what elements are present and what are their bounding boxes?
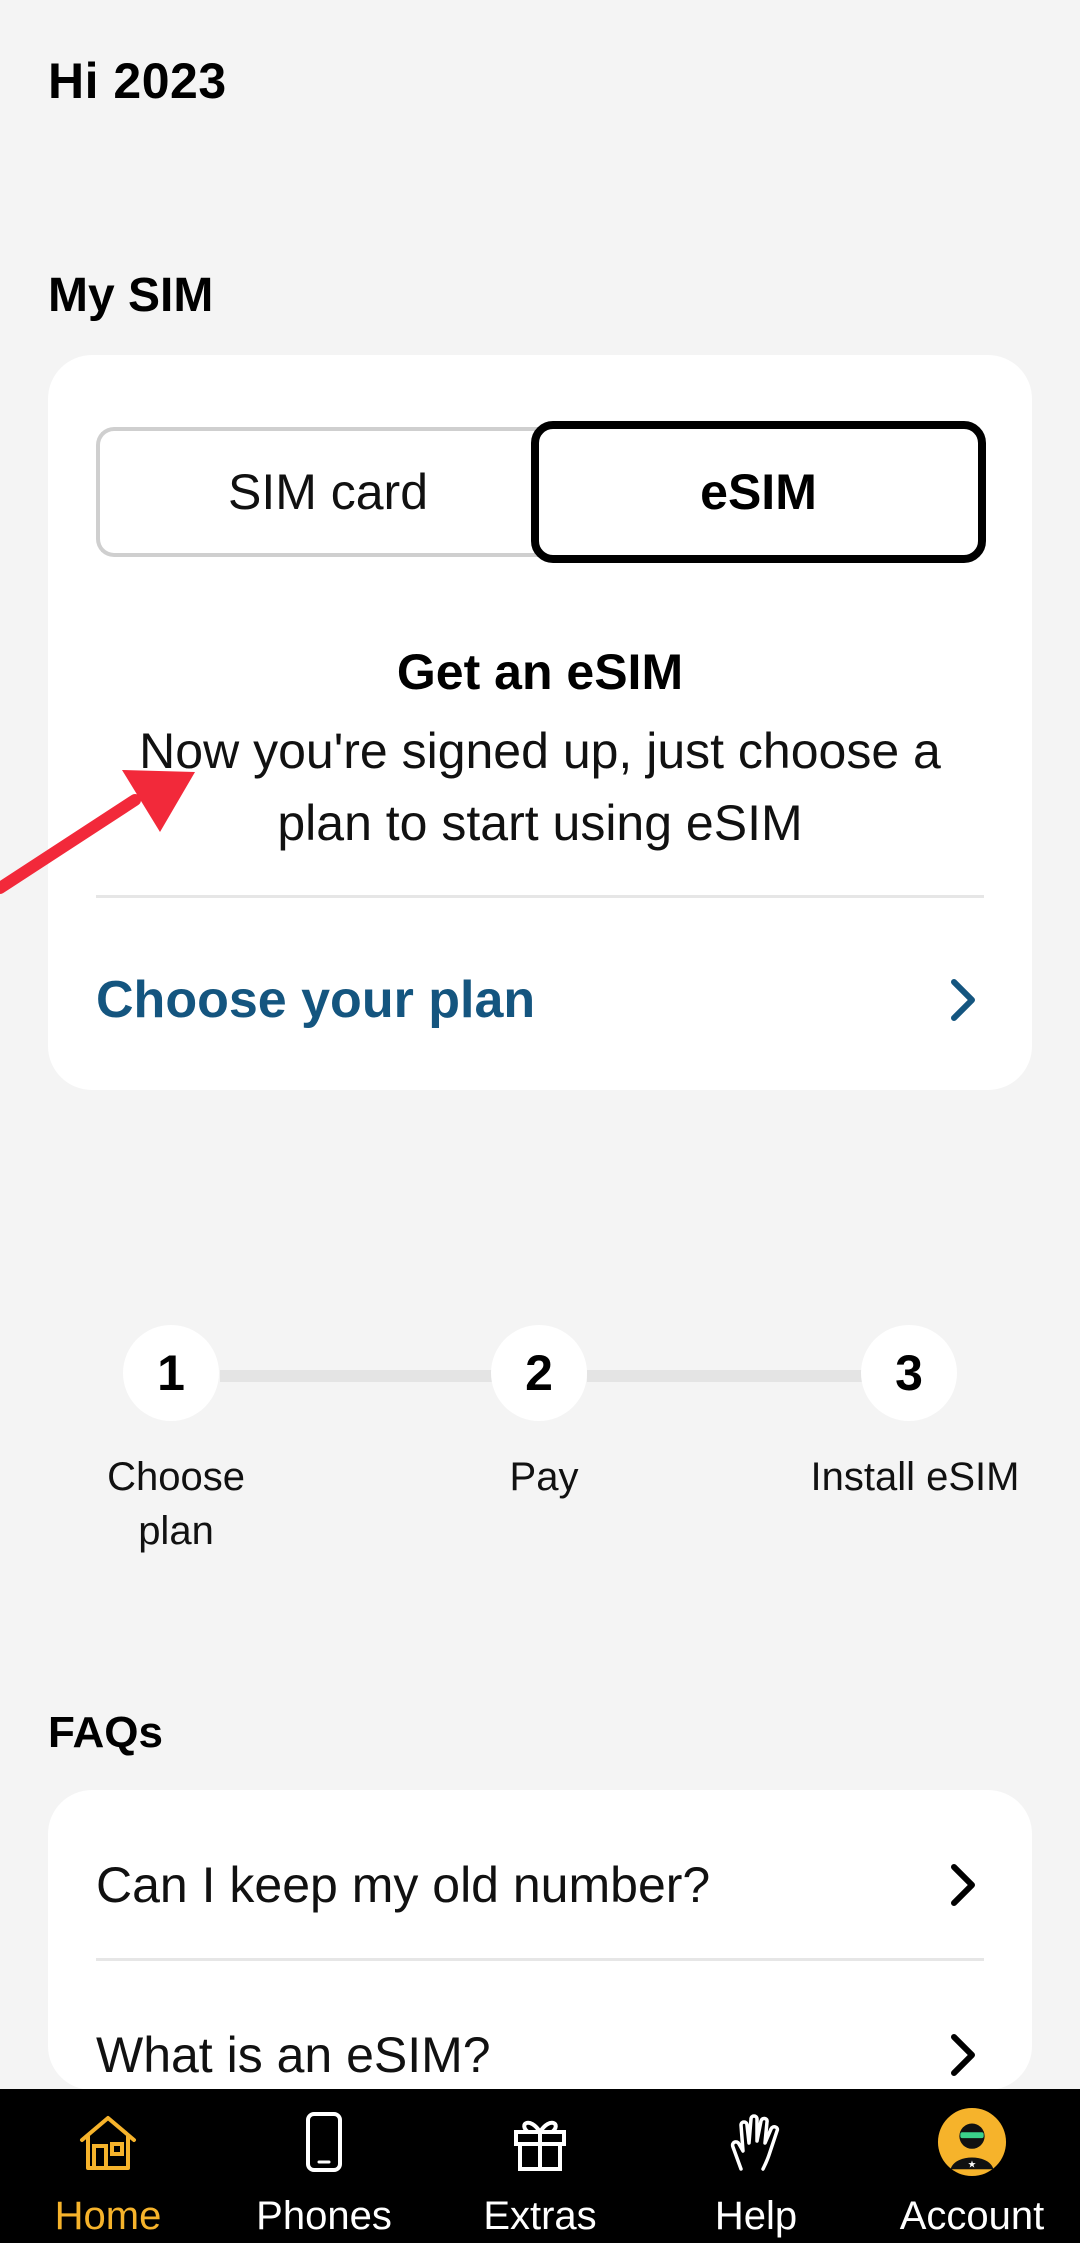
step-1-label: Choose plan bbox=[107, 1455, 245, 1553]
faq-divider bbox=[96, 1958, 984, 1961]
faqs-title: FAQs bbox=[48, 1708, 163, 1757]
card-divider bbox=[96, 895, 984, 898]
chevron-right-icon bbox=[944, 975, 984, 1025]
step-2-label: Pay bbox=[509, 1455, 579, 1499]
nav-phones[interactable]: Phones bbox=[216, 2089, 432, 2243]
faq-item[interactable]: Can I keep my old number? bbox=[96, 1825, 984, 1945]
step-connector bbox=[587, 1370, 867, 1382]
nav-help[interactable]: Help bbox=[648, 2089, 864, 2243]
step-connector bbox=[220, 1370, 500, 1382]
gift-icon bbox=[505, 2107, 575, 2177]
chevron-right-icon bbox=[944, 1860, 984, 1910]
bottom-navigation: Home Phones Extras Help ★ Account bbox=[0, 2089, 1080, 2243]
nav-extras[interactable]: Extras bbox=[432, 2089, 648, 2243]
page: Hi 2023 My SIM SIM card eSIM Get an eSIM… bbox=[0, 0, 1080, 2243]
nav-account-label: Account bbox=[899, 2194, 1045, 2238]
faq-item[interactable]: What is an eSIM? bbox=[96, 1995, 984, 2090]
esim-option[interactable]: eSIM bbox=[531, 421, 986, 563]
esim-stepper: 1 2 3 Choose plan Pay Install eSIM bbox=[0, 1320, 1080, 1580]
faq-card: Can I keep my old number? What is an eSI… bbox=[48, 1790, 1032, 2090]
step-2-circle: 2 bbox=[491, 1325, 587, 1421]
greeting: Hi 2023 bbox=[48, 53, 227, 109]
choose-plan-link[interactable]: Choose your plan bbox=[96, 955, 984, 1045]
step-3-circle: 3 bbox=[861, 1325, 957, 1421]
sim-type-toggle: SIM card eSIM bbox=[96, 421, 986, 563]
svg-text:★: ★ bbox=[968, 2159, 977, 2170]
nav-extras-label: Extras bbox=[483, 2194, 597, 2238]
nav-account[interactable]: ★ Account bbox=[864, 2089, 1080, 2243]
nav-phones-label: Phones bbox=[256, 2194, 392, 2238]
my-sim-card: SIM card eSIM Get an eSIM Now you're sig… bbox=[48, 355, 1032, 1090]
get-esim-description: Now you're signed up, just choose a plan… bbox=[139, 723, 941, 851]
my-sim-title: My SIM bbox=[48, 269, 214, 322]
hand-icon bbox=[721, 2107, 791, 2177]
nav-help-label: Help bbox=[714, 2194, 798, 2238]
get-esim-heading: Get an eSIM bbox=[396, 644, 684, 700]
faq-question: Can I keep my old number? bbox=[96, 1857, 711, 1913]
nav-home-label: Home bbox=[54, 2194, 162, 2238]
step-3-label: Install eSIM bbox=[810, 1455, 1020, 1499]
phone-icon bbox=[289, 2107, 359, 2177]
choose-plan-label: Choose your plan bbox=[96, 971, 536, 1029]
chevron-right-icon bbox=[944, 2030, 984, 2080]
avatar-icon: ★ bbox=[937, 2107, 1007, 2177]
step-1-circle: 1 bbox=[123, 1325, 219, 1421]
faq-question: What is an eSIM? bbox=[96, 2027, 491, 2083]
sim-card-option[interactable]: SIM card bbox=[96, 427, 556, 557]
annotation-arrow bbox=[0, 770, 195, 894]
nav-home[interactable]: Home bbox=[0, 2089, 216, 2243]
home-icon bbox=[73, 2107, 143, 2177]
